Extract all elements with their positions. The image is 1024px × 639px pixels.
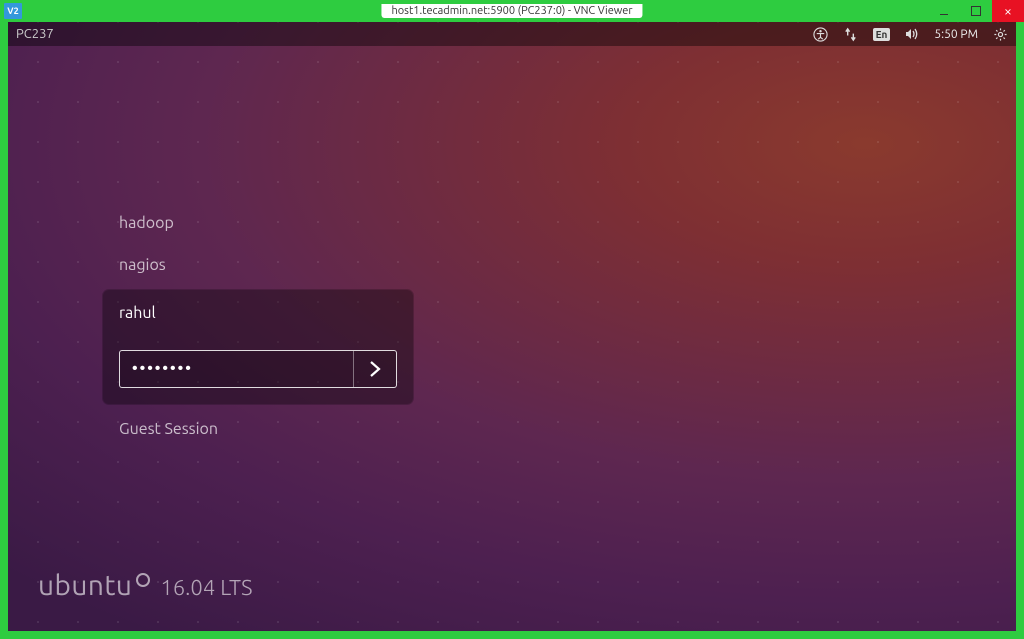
sound-icon[interactable] [904,26,920,42]
chevron-right-icon [365,359,385,379]
minimize-button[interactable] [928,0,960,22]
user-item-guest[interactable]: Guest Session [103,408,413,450]
panel-indicators: En 5:50 PM [813,26,1008,42]
ubuntu-logo-text: ubuntu [38,570,150,601]
selected-username: rahul [119,304,397,322]
hostname-label: PC237 [16,27,54,41]
close-button[interactable]: × [992,0,1024,22]
vnc-window-title: host1.tecadmin.net:5900 (PC237:0) - VNC … [381,4,642,18]
language-indicator[interactable]: En [873,28,891,41]
network-icon[interactable] [843,26,859,42]
vnc-window-controls: × [928,0,1024,22]
password-input[interactable] [120,351,354,387]
vnc-titlebar[interactable]: V2 host1.tecadmin.net:5900 (PC237:0) - V… [0,0,1024,22]
user-item-nagios[interactable]: nagios [103,244,413,286]
accessibility-icon[interactable] [813,26,829,42]
password-row [119,350,397,388]
login-submit-button[interactable] [354,351,396,387]
ubuntu-circle-icon [136,573,150,587]
vnc-window: V2 host1.tecadmin.net:5900 (PC237:0) - V… [0,0,1024,639]
vnc-app-icon: V2 [4,3,22,19]
user-item-hadoop[interactable]: hadoop [103,202,413,244]
user-item-selected: rahul [103,290,413,404]
ubuntu-version: 16.04 LTS [160,575,252,600]
maximize-button[interactable] [960,0,992,22]
ubuntu-login-screen: PC237 En 5:50 PM [8,22,1016,631]
top-panel: PC237 En 5:50 PM [8,22,1016,46]
clock[interactable]: 5:50 PM [934,28,978,41]
login-panel: hadoop nagios rahul Guest Session [103,202,413,450]
vnc-viewport: PC237 En 5:50 PM [0,22,1024,639]
ubuntu-branding: ubuntu 16.04 LTS [38,570,252,601]
gear-icon[interactable] [992,26,1008,42]
